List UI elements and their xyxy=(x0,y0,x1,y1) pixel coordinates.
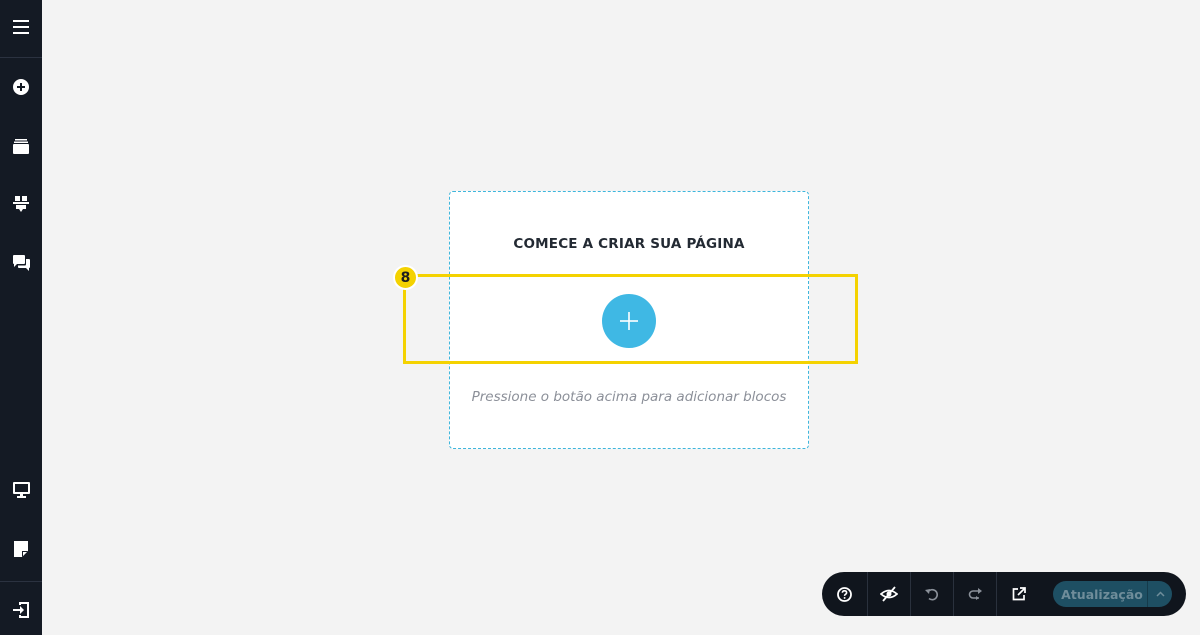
layers-icon xyxy=(13,138,29,154)
add-element-button[interactable] xyxy=(0,65,42,109)
external-link-icon xyxy=(1012,587,1026,601)
blocks-button[interactable] xyxy=(0,182,42,226)
undo-icon xyxy=(925,588,938,601)
desktop-preview-icon xyxy=(12,482,30,498)
layers-button[interactable] xyxy=(0,124,42,168)
card-hint: Pressione o botão acima para adicionar b… xyxy=(471,389,787,405)
menu-button[interactable] xyxy=(0,5,42,49)
sidebar-divider xyxy=(0,581,42,582)
hide-button[interactable] xyxy=(868,572,911,616)
editor-sidebar xyxy=(0,0,42,635)
update-button[interactable]: Atualização xyxy=(1053,581,1172,607)
redo-button[interactable] xyxy=(954,572,997,616)
eye-off-icon xyxy=(880,586,898,602)
card-title: COMECE A CRIAR SUA PÁGINA xyxy=(513,236,745,252)
update-label: Atualização xyxy=(1061,586,1143,602)
page-settings-icon xyxy=(14,541,28,557)
blocks-icon xyxy=(13,196,29,212)
highlight-box xyxy=(403,274,858,364)
highlight-badge: 8 xyxy=(393,265,418,290)
bottom-toolbar: Atualização xyxy=(822,572,1186,616)
chevron-up-icon xyxy=(1155,591,1165,597)
exit-editor-button[interactable] xyxy=(0,588,42,632)
desktop-preview-button[interactable] xyxy=(0,468,42,512)
add-circle-icon xyxy=(13,79,29,95)
page-settings-button[interactable] xyxy=(0,527,42,571)
comments-icon xyxy=(12,255,30,271)
hamburger-menu-icon xyxy=(13,20,29,34)
comments-button[interactable] xyxy=(0,241,42,285)
undo-button[interactable] xyxy=(911,572,954,616)
update-options-button[interactable] xyxy=(1147,581,1172,607)
help-icon xyxy=(837,586,852,602)
help-button[interactable] xyxy=(822,572,868,616)
open-page-button[interactable] xyxy=(997,572,1040,616)
sidebar-divider xyxy=(0,57,42,58)
redo-icon xyxy=(968,588,982,600)
exit-icon xyxy=(13,602,29,618)
